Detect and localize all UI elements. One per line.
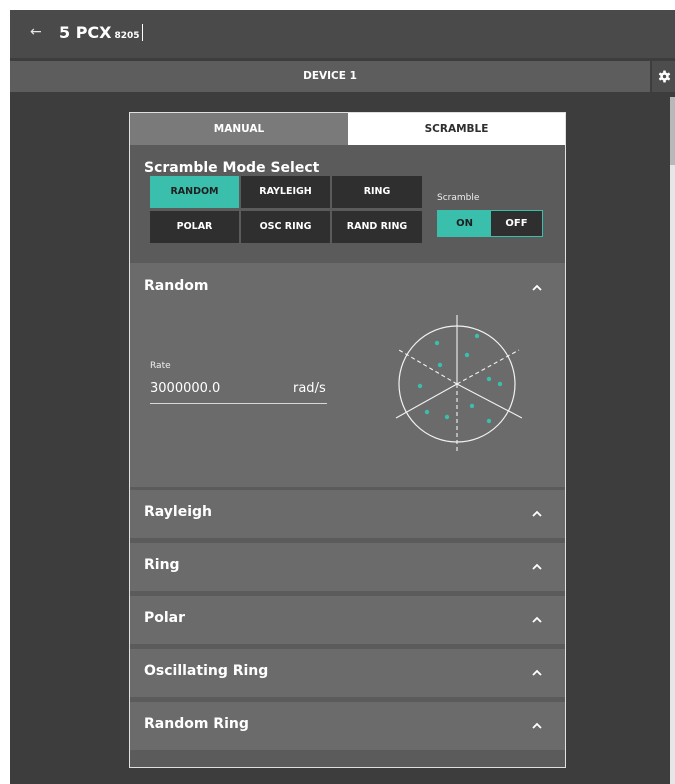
device-label: DEVICE 1 xyxy=(303,70,357,82)
scramble-toggle[interactable]: ON OFF xyxy=(437,210,543,237)
scramble-on-option[interactable]: ON xyxy=(438,211,491,236)
text-caret xyxy=(141,24,143,41)
tab-scramble[interactable]: SCRAMBLE xyxy=(348,113,565,145)
chevron-up-icon[interactable] xyxy=(530,613,544,627)
mode-button-rayleigh[interactable]: RAYLEIGH xyxy=(241,176,330,208)
settings-button[interactable] xyxy=(652,61,675,92)
scramble-off-option[interactable]: OFF xyxy=(491,211,542,236)
scramble-panel: MANUAL SCRAMBLE Scramble Mode Select RAN… xyxy=(129,112,566,768)
rate-input-underline xyxy=(150,403,327,404)
mode-button-ring[interactable]: RING xyxy=(332,176,422,208)
back-arrow-icon[interactable]: ← xyxy=(30,24,42,40)
scrollbar[interactable] xyxy=(670,97,675,784)
random-scatter-icon xyxy=(395,315,522,453)
scramble-toggle-label: Scramble xyxy=(437,193,480,203)
scrollbar-thumb[interactable] xyxy=(670,97,675,165)
device-tab[interactable]: DEVICE 1 xyxy=(10,61,650,92)
section-polar[interactable]: Polar xyxy=(130,596,565,644)
section-ring-title: Ring xyxy=(144,557,180,573)
chevron-up-icon[interactable] xyxy=(530,281,544,295)
tab-manual[interactable]: MANUAL xyxy=(130,113,348,145)
chevron-up-icon[interactable] xyxy=(530,507,544,521)
section-rayleigh-title: Rayleigh xyxy=(144,504,213,520)
mode-button-rand-ring[interactable]: RAND RING xyxy=(332,211,422,243)
rate-input[interactable]: 3000000.0 xyxy=(150,381,220,396)
chevron-up-icon[interactable] xyxy=(530,719,544,733)
mode-button-random[interactable]: RANDOM xyxy=(150,176,239,208)
section-ring[interactable]: Ring xyxy=(130,543,565,591)
page-title[interactable]: 5 PCX 8205 xyxy=(59,23,143,42)
app-window: ← 5 PCX 8205 DEVICE 1 MANUAL SCRAMBLE Scr… xyxy=(10,10,675,784)
section-rayleigh[interactable]: Rayleigh xyxy=(130,490,565,538)
gear-icon xyxy=(658,70,671,83)
section-random-title[interactable]: Random xyxy=(144,278,208,294)
section-osc-ring-title: Oscillating Ring xyxy=(144,663,269,679)
mode-button-polar[interactable]: POLAR xyxy=(150,211,239,243)
section-osc-ring[interactable]: Oscillating Ring xyxy=(130,649,565,697)
section-random-ring[interactable]: Random Ring xyxy=(130,702,565,750)
mode-button-osc-ring[interactable]: OSC RING xyxy=(241,211,330,243)
chevron-up-icon[interactable] xyxy=(530,666,544,680)
chevron-up-icon[interactable] xyxy=(530,560,544,574)
page-title-main: 5 PCX xyxy=(59,23,112,42)
mode-select-title: Scramble Mode Select xyxy=(144,160,320,176)
mode-tabs: MANUAL SCRAMBLE xyxy=(130,113,565,145)
section-polar-title: Polar xyxy=(144,610,186,626)
section-random-ring-title: Random Ring xyxy=(144,716,249,732)
rate-label: Rate xyxy=(150,361,171,371)
rate-unit: rad/s xyxy=(293,381,326,396)
top-bar: ← 5 PCX 8205 xyxy=(10,10,675,58)
page-title-sub: 8205 xyxy=(114,31,140,41)
